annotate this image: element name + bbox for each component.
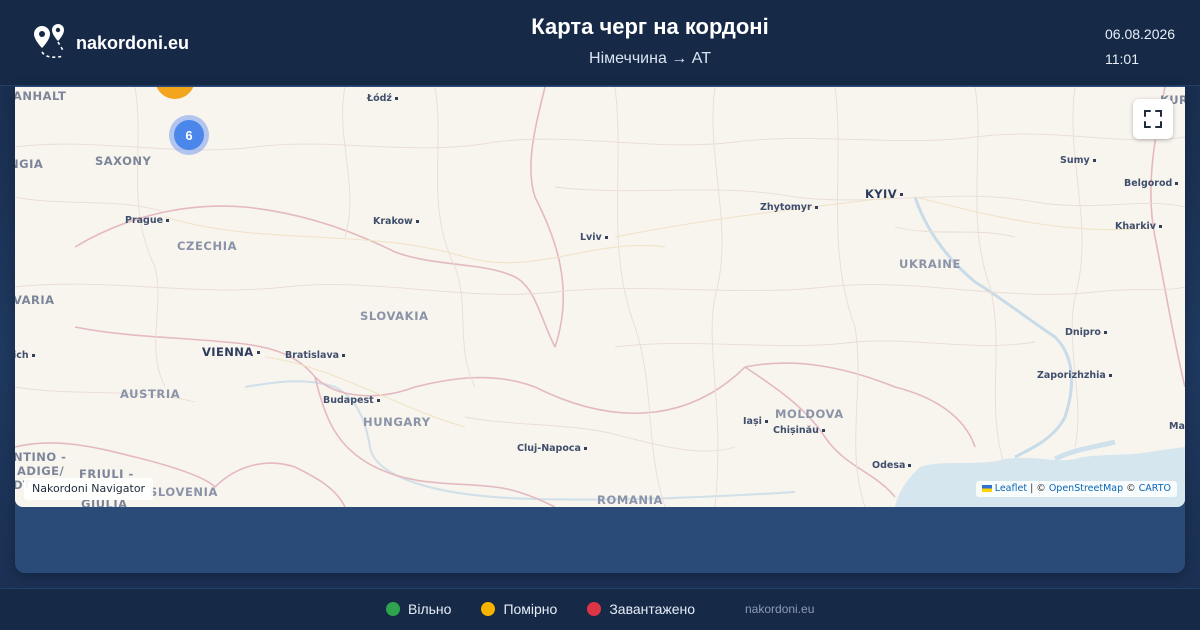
datetime: 06.08.2026 11:01: [1105, 22, 1175, 72]
map-card: ANHALT NGIA SAXONY Prague CZECHIA VARIA …: [15, 86, 1185, 573]
map-label: Odesa: [872, 460, 911, 471]
map-label: Chișinău: [773, 425, 825, 436]
brand[interactable]: nakordoni.eu: [24, 22, 189, 64]
map-label: Łódź: [367, 93, 398, 104]
cluster-marker[interactable]: 6: [169, 115, 209, 155]
route-subtitle: Німеччина → AT: [589, 50, 711, 67]
map-label: KYIV: [865, 187, 903, 201]
map-label: CZECHIA: [177, 239, 238, 253]
map-pin-route-icon: [34, 24, 65, 58]
header: nakordoni.eu Карта черг на кордоні Німеч…: [0, 0, 1200, 86]
map-label: ANHALT: [15, 89, 67, 103]
map-view[interactable]: ANHALT NGIA SAXONY Prague CZECHIA VARIA …: [15, 87, 1185, 507]
legend-item-free: Вільно: [386, 601, 451, 617]
map-label: Bratislava: [285, 350, 345, 361]
map-label: Belgorod: [1124, 178, 1178, 189]
ukraine-flag-icon: [981, 485, 992, 492]
osm-link[interactable]: OpenStreetMap: [1049, 483, 1123, 494]
footer: Вільно Помірно Завантажено nakordoni.eu: [0, 588, 1200, 630]
fullscreen-icon: [1144, 110, 1162, 128]
map-label: UKRAINE: [899, 257, 961, 271]
map-label: Budapest: [323, 395, 380, 406]
map-label: SAXONY: [95, 154, 152, 168]
legend-item-busy: Завантажено: [587, 601, 695, 617]
carto-link[interactable]: CARTO: [1139, 483, 1171, 494]
map-label: AUSTRIA: [120, 387, 181, 401]
map-label: NGIA: [15, 157, 44, 171]
brand-name: nakordoni.eu: [76, 32, 190, 53]
map-label: Iași: [743, 416, 768, 427]
map-label: MOLDOVA: [775, 407, 844, 421]
map-label: Zhytomyr: [760, 202, 818, 213]
map-label: Sumy: [1060, 155, 1096, 166]
map-label: Ma: [1169, 421, 1185, 432]
map-label: Kharkiv: [1115, 221, 1162, 232]
map-label: NTINO -: [15, 450, 67, 464]
map-label: Lviv: [580, 232, 608, 243]
title-block: Карта черг на кордоні Німеччина → AT: [400, 14, 900, 68]
map-label: Cluj-Napoca: [517, 443, 587, 454]
map-label: Dnipro: [1065, 327, 1107, 338]
time-text: 11:01: [1105, 51, 1139, 67]
status-dot-moderate: [481, 602, 496, 616]
map-label: SLOVENIA: [149, 485, 219, 499]
map-label: HUNGARY: [363, 415, 431, 429]
legend-item-moderate: Помірно: [481, 601, 557, 617]
navigator-badge: Nakordoni Navigator: [24, 478, 154, 500]
map-label: Zaporizhzhia: [1037, 370, 1112, 381]
fullscreen-button[interactable]: [1133, 99, 1173, 139]
map-label: Prague: [125, 215, 169, 226]
attribution-separator: | ©: [1027, 483, 1049, 494]
legend-label: Помірно: [503, 601, 558, 617]
page: nakordoni.eu Карта черг на кордоні Німеч…: [0, 0, 1200, 630]
cluster-count: 6: [174, 120, 204, 150]
date-text: 06.08.2026: [1105, 26, 1176, 42]
map-label: ADIGE/: [17, 464, 65, 478]
status-dot-busy: [587, 602, 602, 616]
map-attribution: Leaflet | © OpenStreetMap © CARTO: [975, 481, 1177, 497]
map-label: SLOVAKIA: [360, 309, 429, 323]
map-label: VARIA: [15, 293, 55, 307]
status-dot-free: [386, 602, 400, 616]
attribution-separator: ©: [1123, 483, 1139, 494]
leaflet-link[interactable]: Leaflet: [995, 483, 1027, 494]
map-label: ich: [15, 350, 35, 361]
map-label: Krakow: [373, 216, 419, 227]
legend-label: Завантажено: [609, 601, 696, 617]
legend-label: Вільно: [408, 601, 452, 617]
page-title: Карта черг на кордоні: [531, 14, 769, 39]
map-label: VIENNA: [202, 345, 260, 359]
map-label: ROMANIA: [597, 493, 663, 507]
legend: Вільно Помірно Завантажено: [386, 601, 725, 617]
site-url[interactable]: nakordoni.eu: [745, 602, 814, 616]
